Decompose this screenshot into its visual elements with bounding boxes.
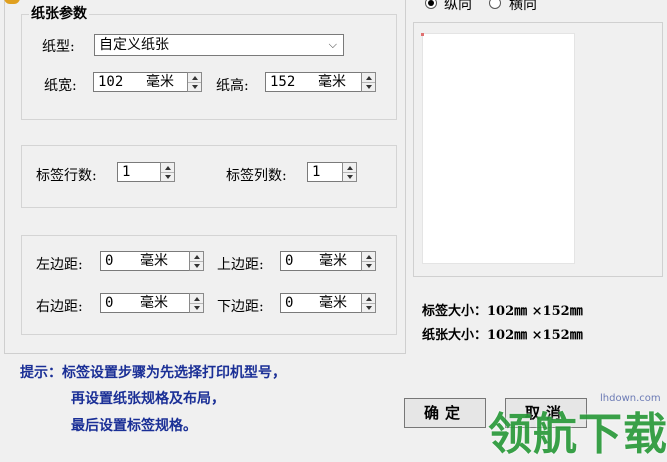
right-margin-spinner[interactable]	[189, 293, 204, 313]
label-size-info: 标签大小：102㎜ ×152㎜	[422, 304, 583, 319]
paper-width-unit: 毫米	[146, 74, 174, 90]
top-margin-value: 0	[285, 253, 294, 269]
spin-down-icon[interactable]	[161, 172, 174, 181]
paper-height-spinner[interactable]	[361, 72, 376, 92]
top-margin-label: 上边距:	[217, 257, 264, 273]
tip-line-3: 最后设置标签规格。	[71, 418, 197, 434]
chevron-down-icon: ⌵	[328, 38, 337, 51]
top-margin-unit: 毫米	[319, 253, 347, 269]
spin-down-icon[interactable]	[362, 261, 375, 270]
bottom-margin-input[interactable]: 0 毫米	[280, 293, 376, 313]
top-margin-spinner[interactable]	[361, 251, 376, 271]
paper-height-unit: 毫米	[318, 74, 346, 90]
top-margin-input[interactable]: 0 毫米	[280, 251, 376, 271]
watermark-logo: 领航下载	[488, 409, 667, 460]
landscape-label[interactable]: 横向	[509, 0, 537, 14]
label-rows-input[interactable]: 1	[117, 162, 175, 182]
paper-height-value: 152	[270, 74, 296, 90]
paper-width-value: 102	[98, 74, 124, 90]
portrait-radio[interactable]	[425, 0, 437, 9]
paper-type-select[interactable]: 自定义纸张 ⌵	[94, 34, 344, 56]
left-margin-label: 左边距:	[36, 257, 83, 273]
label-cols-spinner[interactable]	[342, 162, 357, 182]
paper-height-input[interactable]: 152 毫米	[265, 72, 376, 92]
paper-size-info: 纸张大小：102㎜ ×152㎜	[422, 328, 583, 343]
label-cols-value: 1	[312, 164, 321, 180]
paper-width-label: 纸宽:	[44, 78, 77, 94]
bottom-margin-value: 0	[285, 295, 294, 311]
spin-down-icon[interactable]	[190, 303, 203, 312]
left-margin-input[interactable]: 0 毫米	[100, 251, 204, 271]
label-rows-value: 1	[122, 164, 131, 180]
preview-corner-mark	[421, 33, 424, 36]
spin-down-icon[interactable]	[188, 82, 201, 91]
label-rows-label: 标签行数:	[36, 168, 97, 184]
paper-type-label: 纸型:	[42, 39, 75, 55]
margins-group	[21, 235, 397, 335]
left-margin-spinner[interactable]	[189, 251, 204, 271]
paper-params-group	[21, 14, 397, 120]
left-margin-value: 0	[105, 253, 114, 269]
label-cols-label: 标签列数:	[226, 168, 287, 184]
right-margin-label: 右边距:	[36, 299, 83, 315]
right-margin-unit: 毫米	[140, 295, 168, 311]
bottom-margin-spinner[interactable]	[361, 293, 376, 313]
tip-line-1: 提示：标签设置步骤为先选择打印机型号，	[20, 365, 286, 381]
landscape-radio[interactable]	[489, 0, 501, 9]
bottom-margin-label: 下边距:	[217, 299, 264, 315]
portrait-label[interactable]: 纵向	[444, 0, 472, 14]
label-preview	[422, 33, 575, 264]
paper-params-title: 纸张参数	[29, 3, 89, 23]
ok-button[interactable]: 确定	[404, 398, 486, 428]
bottom-margin-unit: 毫米	[319, 295, 347, 311]
spin-down-icon[interactable]	[190, 261, 203, 270]
spin-down-icon[interactable]	[362, 303, 375, 312]
paper-type-value: 自定义纸张	[99, 37, 169, 53]
right-margin-value: 0	[105, 295, 114, 311]
paper-height-label: 纸高:	[216, 78, 249, 94]
spin-down-icon[interactable]	[343, 172, 356, 181]
left-margin-unit: 毫米	[140, 253, 168, 269]
right-margin-input[interactable]: 0 毫米	[100, 293, 204, 313]
tip-line-2: 再设置纸张规格及布局，	[71, 391, 225, 407]
paper-width-input[interactable]: 102 毫米	[93, 72, 202, 92]
spin-down-icon[interactable]	[362, 82, 375, 91]
paper-width-spinner[interactable]	[187, 72, 202, 92]
label-rows-spinner[interactable]	[160, 162, 175, 182]
label-cols-input[interactable]: 1	[307, 162, 357, 182]
